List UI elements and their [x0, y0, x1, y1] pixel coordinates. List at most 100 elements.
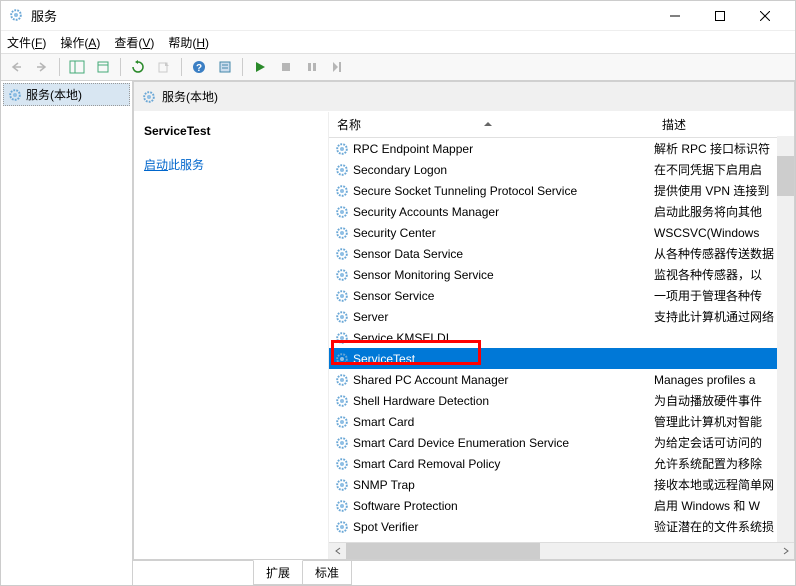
- cell-name: Server: [329, 310, 654, 324]
- service-row[interactable]: ServiceTest: [329, 348, 794, 369]
- titlebar: 服务: [1, 1, 795, 31]
- service-description: 启动此服务将向其他: [654, 203, 794, 220]
- menu-view[interactable]: 查看(V): [114, 34, 154, 51]
- restart-service-button[interactable]: [327, 56, 349, 78]
- service-row[interactable]: Software Protection启用 Windows 和 W: [329, 495, 794, 516]
- service-description: 允许系统配置为移除: [654, 455, 794, 472]
- cell-name: ServiceTest: [329, 352, 654, 366]
- column-name[interactable]: 名称: [329, 112, 654, 137]
- window-controls: [652, 2, 787, 30]
- tab-extended[interactable]: 扩展: [253, 560, 303, 585]
- start-service-link[interactable]: 启动: [144, 158, 168, 172]
- gear-icon: [335, 163, 349, 177]
- service-name: Shared PC Account Manager: [353, 373, 508, 387]
- selected-service-name: ServiceTest: [144, 124, 318, 138]
- service-description: 解析 RPC 接口标识符: [654, 140, 794, 157]
- service-name: Sensor Monitoring Service: [353, 268, 494, 282]
- tree-root-label: 服务(本地): [26, 86, 82, 103]
- service-row[interactable]: RPC Endpoint Mapper解析 RPC 接口标识符: [329, 138, 794, 159]
- list-body[interactable]: RPC Endpoint Mapper解析 RPC 接口标识符Secondary…: [329, 138, 794, 542]
- service-description: 从各种传感器传送数据: [654, 245, 794, 262]
- gear-icon: [335, 478, 349, 492]
- service-row[interactable]: Secondary Logon在不同凭据下启用启: [329, 159, 794, 180]
- gear-icon: [335, 352, 349, 366]
- list-header: 名称 描述: [329, 112, 794, 138]
- gear-icon: [335, 436, 349, 450]
- maximize-button[interactable]: [697, 2, 742, 30]
- service-description: 在不同凭据下启用启: [654, 161, 794, 178]
- menu-file[interactable]: 文件(F): [7, 34, 46, 51]
- detail-action-rest: 此服务: [168, 158, 204, 172]
- service-list-pane: 名称 描述 RPC Endpoint Mapper解析 RPC 接口标识符Sec…: [329, 112, 794, 559]
- svg-text:?: ?: [196, 63, 202, 74]
- gear-icon: [335, 415, 349, 429]
- service-row[interactable]: Smart Card Device Enumeration Service为给定…: [329, 432, 794, 453]
- service-row[interactable]: Spot Verifier验证潜在的文件系统损: [329, 516, 794, 537]
- gear-icon: [335, 268, 349, 282]
- service-row[interactable]: Security CenterWSCSVC(Windows: [329, 222, 794, 243]
- service-row[interactable]: Service KMSELDI: [329, 327, 794, 348]
- cell-name: Smart Card Removal Policy: [329, 457, 654, 471]
- gear-icon: [335, 142, 349, 156]
- scroll-right-button[interactable]: [777, 543, 794, 560]
- gear-icon: [335, 247, 349, 261]
- service-description: 提供使用 VPN 连接到: [654, 182, 794, 199]
- service-row[interactable]: Smart Card Removal Policy允许系统配置为移除: [329, 453, 794, 474]
- back-button[interactable]: [5, 56, 27, 78]
- stop-service-button[interactable]: [275, 56, 297, 78]
- tree-root-item[interactable]: 服务(本地): [3, 83, 130, 106]
- service-row[interactable]: Sensor Monitoring Service监视各种传感器，以: [329, 264, 794, 285]
- menu-action[interactable]: 操作(A): [60, 34, 100, 51]
- service-row[interactable]: Sensor Data Service从各种传感器传送数据: [329, 243, 794, 264]
- scrollbar-thumb[interactable]: [777, 156, 794, 196]
- service-row[interactable]: Secure Socket Tunneling Protocol Service…: [329, 180, 794, 201]
- scrollbar-track[interactable]: [346, 543, 777, 559]
- cell-name: Service KMSELDI: [329, 331, 654, 345]
- properties-button[interactable]: [214, 56, 236, 78]
- service-row[interactable]: Server支持此计算机通过网络: [329, 306, 794, 327]
- service-name: Spot Verifier: [353, 520, 418, 534]
- forward-button[interactable]: [31, 56, 53, 78]
- service-row[interactable]: Smart Card管理此计算机对智能: [329, 411, 794, 432]
- gear-icon: [335, 457, 349, 471]
- minimize-button[interactable]: [652, 2, 697, 30]
- cell-name: Sensor Data Service: [329, 247, 654, 261]
- gear-icon: [335, 205, 349, 219]
- inner-header-label: 服务(本地): [162, 88, 218, 105]
- service-description: 为自动播放硬件事件: [654, 392, 794, 409]
- pause-service-button[interactable]: [301, 56, 323, 78]
- service-description: Manages profiles a: [654, 373, 794, 387]
- scrollbar-thumb[interactable]: [346, 543, 540, 559]
- export-button[interactable]: [92, 56, 114, 78]
- service-row[interactable]: SNMP Trap接收本地或远程简单网: [329, 474, 794, 495]
- menu-help[interactable]: 帮助(H): [168, 34, 209, 51]
- service-row[interactable]: Shared PC Account Manager Manages profile…: [329, 369, 794, 390]
- detail-action: 启动此服务: [144, 156, 318, 173]
- services-window: 服务 文件(F) 操作(A) 查看(V) 帮助(H) ?: [0, 0, 796, 586]
- right-pane: 服务(本地) ServiceTest 启动此服务 名称 描述: [133, 81, 795, 585]
- service-row[interactable]: Sensor Service一项用于管理各种传: [329, 285, 794, 306]
- tab-standard[interactable]: 标准: [302, 561, 352, 585]
- vertical-scrollbar[interactable]: [777, 136, 794, 542]
- gear-icon: [335, 226, 349, 240]
- service-row[interactable]: Shell Hardware Detection为自动播放硬件事件: [329, 390, 794, 411]
- service-description: 管理此计算机对智能: [654, 413, 794, 430]
- cell-name: RPC Endpoint Mapper: [329, 142, 654, 156]
- scroll-left-button[interactable]: [329, 543, 346, 560]
- export-list-button[interactable]: [153, 56, 175, 78]
- cell-name: Shell Hardware Detection: [329, 394, 654, 408]
- cell-name: Sensor Service: [329, 289, 654, 303]
- show-hide-tree-button[interactable]: [66, 56, 88, 78]
- column-desc[interactable]: 描述: [654, 112, 794, 137]
- refresh-button[interactable]: [127, 56, 149, 78]
- service-row[interactable]: Security Accounts Manager启动此服务将向其他: [329, 201, 794, 222]
- service-name: Service KMSELDI: [353, 331, 449, 345]
- help-button[interactable]: ?: [188, 56, 210, 78]
- cell-name: Smart Card Device Enumeration Service: [329, 436, 654, 450]
- start-service-button[interactable]: [249, 56, 271, 78]
- gear-icon: [335, 184, 349, 198]
- horizontal-scrollbar[interactable]: [329, 542, 794, 559]
- cell-name: SNMP Trap: [329, 478, 654, 492]
- service-name: Software Protection: [353, 499, 458, 513]
- close-button[interactable]: [742, 2, 787, 30]
